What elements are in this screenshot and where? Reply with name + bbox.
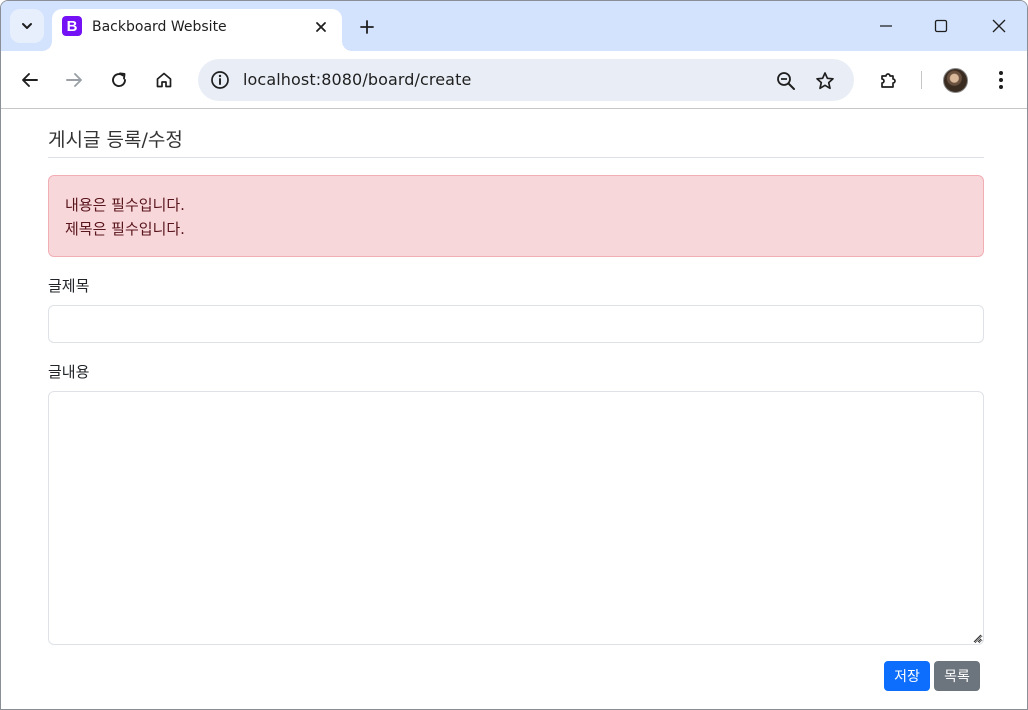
- content-label: 글내용: [48, 363, 90, 381]
- tab-title: Backboard Website: [92, 19, 227, 35]
- profile-avatar[interactable]: [943, 68, 968, 93]
- active-tab[interactable]: B Backboard Website: [42, 9, 352, 51]
- toolbar-separator: [921, 71, 922, 89]
- tab-close-button[interactable]: [310, 16, 332, 38]
- address-bar[interactable]: localhost:8080/board/create: [198, 59, 854, 101]
- tab-strip: B Backboard Website: [1, 1, 1027, 51]
- home-icon: [156, 72, 172, 88]
- bookmark-button[interactable]: [811, 67, 839, 95]
- save-button[interactable]: 저장: [884, 661, 930, 691]
- new-tab-button[interactable]: [353, 13, 381, 41]
- menu-button[interactable]: [986, 65, 1016, 95]
- minimize-button[interactable]: [866, 9, 906, 43]
- zoom-button[interactable]: [772, 67, 800, 95]
- forward-button[interactable]: [59, 65, 89, 95]
- error-message: 내용은 필수입니다.: [65, 196, 185, 214]
- title-divider: [48, 157, 984, 158]
- chevron-down-icon: [22, 23, 32, 29]
- page-title: 게시글 등록/수정: [48, 129, 183, 151]
- puzzle-icon: [881, 73, 896, 88]
- maximize-button[interactable]: [921, 9, 961, 43]
- info-icon: [211, 71, 229, 89]
- resize-grip-icon[interactable]: [970, 631, 982, 643]
- bootstrap-favicon-icon: B: [62, 16, 82, 36]
- arrow-left-icon: [22, 73, 38, 87]
- url-text[interactable]: localhost:8080/board/create: [243, 70, 471, 89]
- tab-search-button[interactable]: [10, 9, 44, 43]
- plus-icon: [360, 20, 374, 34]
- home-button[interactable]: [149, 65, 179, 95]
- browser-toolbar: localhost:8080/board/create: [1, 51, 1027, 109]
- page-content: 게시글 등록/수정 내용은 필수입니다. 제목은 필수입니다. 글제목 글내용 …: [1, 110, 1027, 709]
- more-vert-icon: [999, 71, 1003, 89]
- back-button[interactable]: [15, 65, 45, 95]
- zoom-out-icon: [777, 72, 795, 90]
- subject-label: 글제목: [48, 277, 90, 295]
- reload-icon: [112, 72, 126, 87]
- close-icon: [316, 22, 326, 32]
- star-icon: [816, 72, 834, 90]
- browser-window: B Backboard Website localhost:8080/board…: [0, 0, 1028, 710]
- extensions-button[interactable]: [874, 65, 904, 95]
- reload-button[interactable]: [104, 65, 134, 95]
- validation-alert: 내용은 필수입니다. 제목은 필수입니다.: [48, 175, 984, 257]
- subject-input[interactable]: [48, 305, 984, 343]
- error-message: 제목은 필수입니다.: [65, 220, 185, 238]
- content-textarea[interactable]: [48, 391, 984, 645]
- list-button[interactable]: 목록: [934, 661, 980, 691]
- maximize-icon: [934, 19, 948, 33]
- close-window-button[interactable]: [979, 9, 1019, 43]
- site-info-button[interactable]: [206, 66, 234, 94]
- close-icon: [992, 19, 1006, 33]
- minimize-icon: [880, 25, 892, 27]
- arrow-right-icon: [66, 73, 82, 87]
